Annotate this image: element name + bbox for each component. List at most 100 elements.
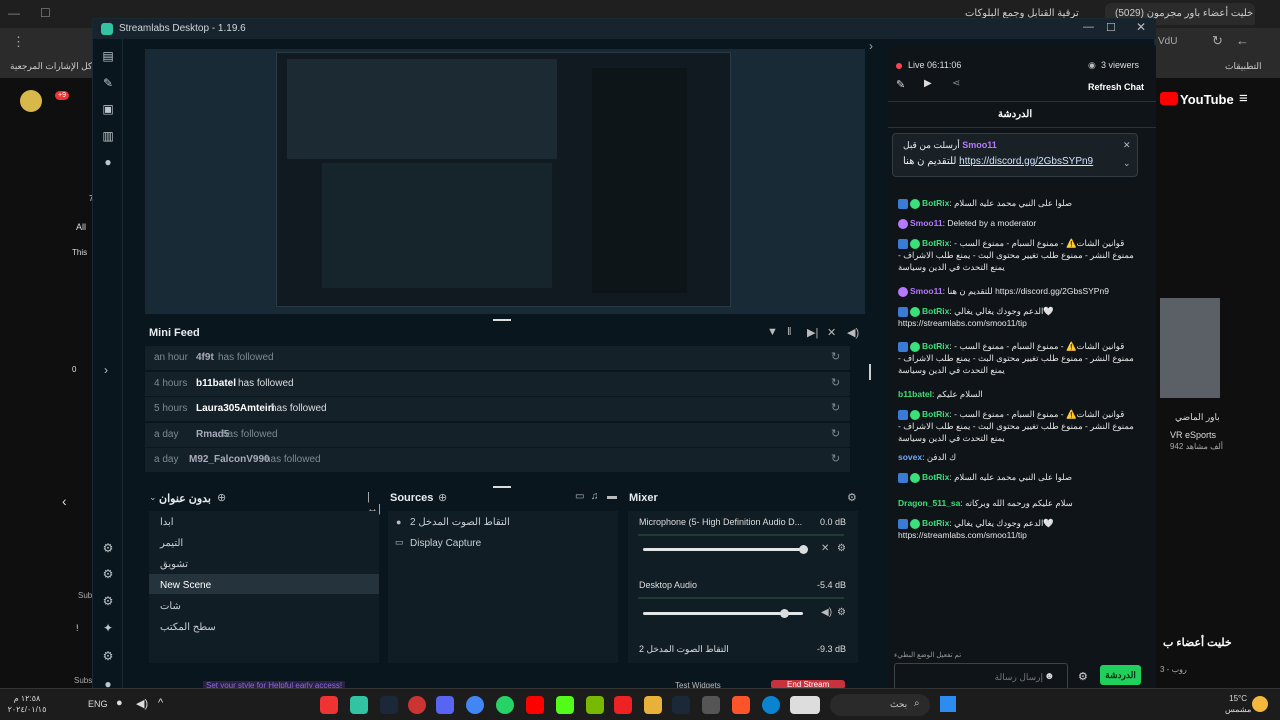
hamburger-menu-icon[interactable]: ≡ — [1239, 90, 1248, 107]
chat-username[interactable]: Smoo11 — [910, 218, 943, 228]
scene-item[interactable]: ابدا — [160, 517, 174, 528]
add-scene-icon[interactable]: ⊕ — [217, 491, 226, 504]
camera-icon[interactable]: ▶ — [924, 78, 932, 89]
youtube-logo[interactable]: YouTube — [1180, 92, 1234, 107]
source-settings-icon[interactable]: ▭ — [575, 491, 584, 502]
whatsapp-icon[interactable] — [496, 696, 514, 714]
feed-user[interactable]: b11batel — [196, 378, 236, 389]
chat-username[interactable]: BotRix — [922, 306, 949, 316]
steam-icon[interactable] — [672, 696, 690, 714]
steam-icon[interactable] — [380, 696, 398, 714]
chat-username[interactable]: BotRix — [922, 198, 949, 208]
replay-alert-icon[interactable]: ↻ — [831, 350, 840, 363]
filter-icon[interactable]: ▼ — [767, 326, 778, 338]
kick-icon[interactable] — [556, 696, 574, 714]
taskbar-search[interactable]: بحث ⌕ — [830, 694, 930, 716]
maximize-icon[interactable]: ☐ — [1106, 21, 1116, 34]
chat-username[interactable]: BotRix — [922, 518, 949, 528]
replay-alert-icon[interactable]: ↻ — [831, 376, 840, 389]
tray-chevron-icon[interactable]: ^ — [158, 697, 163, 709]
record-icon[interactable]: ● — [101, 155, 115, 169]
scene-item[interactable]: سطح المكتب — [160, 622, 216, 633]
clock-time[interactable]: ١٢:٥٨ م — [5, 693, 49, 704]
channel-settings-icon[interactable]: ⚙ — [837, 543, 846, 554]
chat-username[interactable]: BotRix — [922, 409, 949, 419]
studio-icon[interactable]: ▥ — [101, 129, 115, 143]
chat-resize-handle[interactable] — [869, 364, 871, 380]
app-icon[interactable] — [408, 696, 426, 714]
dashboard-icon[interactable]: ⚙ — [101, 567, 115, 581]
feed-user[interactable]: Laura305Amteiri — [196, 403, 274, 414]
chrome-icon[interactable] — [466, 696, 484, 714]
feed-user[interactable]: M92_FalconV990 — [189, 454, 270, 465]
chevron-down-icon[interactable]: ⌄ — [149, 492, 157, 503]
address-bar-fragment[interactable]: VdU — [1158, 36, 1177, 47]
muted-speaker-icon[interactable]: ✕ — [821, 543, 829, 554]
speaker-icon[interactable]: ◀) — [136, 697, 148, 710]
chevron-down-icon[interactable]: ⌄ — [1123, 158, 1131, 169]
volume-slider[interactable] — [643, 548, 803, 551]
scene-item[interactable]: شات — [160, 601, 181, 612]
speaker-icon[interactable]: ◀) — [821, 607, 832, 618]
chat-username[interactable]: BotRix — [922, 238, 949, 248]
themes-icon[interactable]: ✎ — [101, 76, 115, 90]
emoji-icon[interactable]: ☻ — [1044, 671, 1055, 682]
all-bookmarks-link[interactable]: كل الإشارات المرجعية — [10, 61, 92, 72]
discord-icon[interactable] — [436, 696, 454, 714]
source-item[interactable]: التقاط الصوت المدخل 2 — [410, 517, 510, 528]
chat-username[interactable]: Dragon_511_sa — [898, 498, 960, 508]
stream-preview[interactable] — [145, 49, 865, 314]
filter-all[interactable]: All — [76, 222, 86, 232]
scene-item[interactable]: التيمر — [160, 538, 183, 549]
expand-chevron-icon[interactable]: › — [99, 363, 113, 377]
brave-icon[interactable] — [732, 696, 750, 714]
video-thumbnail[interactable] — [1160, 298, 1220, 398]
close-icon[interactable]: ✕ — [1136, 20, 1146, 34]
app-icon[interactable] — [320, 696, 338, 714]
skip-icon[interactable]: ▶| — [807, 326, 818, 339]
volume-icon[interactable]: ◀) — [847, 326, 859, 339]
folder-icon[interactable] — [644, 696, 662, 714]
replay-alert-icon[interactable]: ↻ — [831, 452, 840, 465]
scene-collection-title[interactable]: بدون عنوان — [159, 492, 211, 505]
replay-alert-icon[interactable]: ↻ — [831, 427, 840, 440]
chat-username[interactable]: BotRix — [922, 472, 949, 482]
pinned-link[interactable]: https://discord.gg/2GbsSYPn9 — [959, 156, 1093, 167]
weather-temp[interactable]: 15°C — [1225, 693, 1247, 704]
volume-slider-knob[interactable] — [779, 609, 789, 618]
mute-alerts-icon[interactable]: ✕ — [827, 326, 836, 339]
minimize-icon[interactable]: — — [1083, 21, 1094, 33]
replay-alert-icon[interactable]: ↻ — [831, 401, 840, 414]
volume-slider-knob[interactable] — [799, 545, 808, 554]
weather-sun-icon[interactable] — [1252, 696, 1268, 712]
refresh-chat-button[interactable]: Refresh Chat — [1088, 82, 1144, 92]
chat-settings-icon[interactable]: ⚙ — [1078, 670, 1088, 683]
clock-date[interactable]: ٢٠٢٤/٠١/١٥ — [5, 704, 49, 715]
youtube-icon[interactable] — [614, 696, 632, 714]
alert-box-icon[interactable]: ⚙ — [101, 594, 115, 608]
share-icon[interactable]: ⋖ — [952, 78, 960, 89]
avatar[interactable] — [20, 90, 42, 112]
chevron-left-icon[interactable]: ‹ — [62, 493, 67, 509]
youtube-logo-icon[interactable] — [1160, 92, 1178, 105]
pinned-user[interactable]: Smoo11 — [962, 140, 997, 150]
mixer-settings-icon[interactable]: ⚙ — [847, 491, 857, 504]
chat-input[interactable] — [894, 663, 1068, 691]
chat-username[interactable]: sovex — [898, 452, 922, 462]
resize-handle[interactable] — [493, 319, 511, 321]
minimize-icon[interactable]: — — [8, 6, 20, 20]
source-audio-icon[interactable]: ♫ — [591, 491, 599, 502]
chat-username[interactable]: b11batel — [898, 389, 932, 399]
store-icon[interactable] — [702, 696, 720, 714]
apps-icon[interactable]: ⚙ — [101, 541, 115, 555]
maximize-icon[interactable]: ☐ — [40, 6, 51, 20]
microphone-icon[interactable]: ● — [116, 697, 123, 709]
youtube-icon[interactable] — [526, 696, 544, 714]
store-icon[interactable]: ▣ — [101, 102, 115, 116]
add-source-icon[interactable]: ⊕ — [438, 491, 447, 504]
send-chat-button[interactable]: الدردشة — [1100, 665, 1141, 685]
feed-user[interactable]: 4f9t — [196, 352, 214, 363]
settings-icon[interactable]: ⚙ — [101, 649, 115, 663]
menu-icon[interactable]: ⋮ — [12, 34, 25, 50]
chat-username[interactable]: Smoo11 — [910, 286, 943, 296]
